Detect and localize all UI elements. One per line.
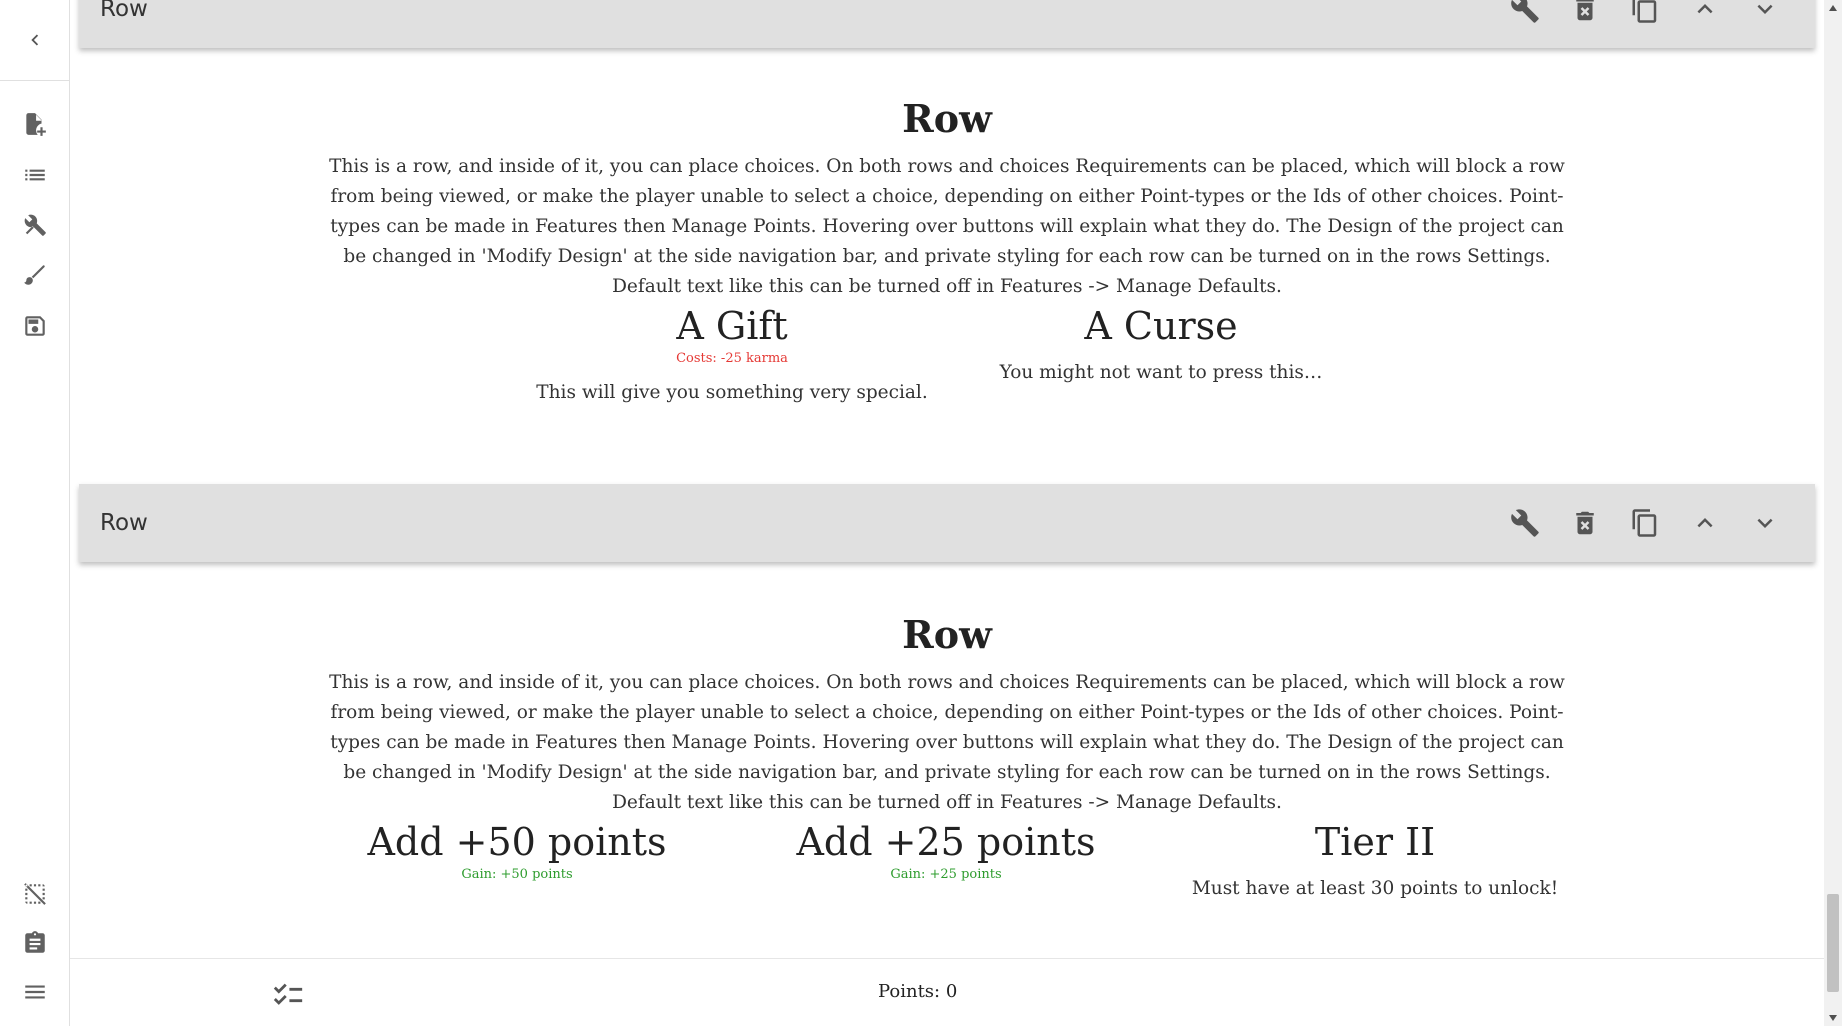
- row-description: This is a row, and inside of it, you can…: [329, 155, 1565, 297]
- row-title: Row: [902, 96, 992, 141]
- choice-title: A Curse: [1084, 304, 1238, 348]
- choice-cost: Costs: -25 karma: [676, 350, 788, 366]
- choice-title: A Gift: [676, 304, 788, 348]
- features-button[interactable]: [15, 205, 55, 245]
- choice-title: Add +25 points: [796, 820, 1096, 864]
- chevron-down-icon: [1757, 4, 1773, 14]
- choice-add-25-points[interactable]: Add +25 points Gain: +25 points: [796, 820, 1095, 884]
- choice-a-gift[interactable]: A Gift Costs: -25 karma This will give y…: [536, 304, 927, 403]
- toggle-selection-button[interactable]: [15, 874, 55, 914]
- row-toolbar: Row: [79, 0, 1815, 48]
- scroll-down-arrow-icon: [1829, 1015, 1837, 1021]
- row-delete-button[interactable]: [1555, 0, 1615, 39]
- row-content: Row This is a row, and inside of it, you…: [70, 612, 1824, 818]
- scroll-thumb[interactable]: [1827, 894, 1839, 992]
- choice-description: You might not want to press this…: [999, 361, 1323, 383]
- row-delete-button[interactable]: [1555, 493, 1615, 553]
- points-bar: Points: 0: [70, 958, 1824, 1026]
- menu-button[interactable]: [15, 972, 55, 1012]
- row-settings-button[interactable]: [1495, 493, 1555, 553]
- rows-list-button[interactable]: [15, 155, 55, 195]
- row-move-up-button[interactable]: [1675, 0, 1735, 39]
- choice-tier-ii[interactable]: Tier II Must have at least 30 points to …: [1192, 820, 1558, 899]
- row-toolbar-title: Row: [100, 510, 148, 536]
- row-copy-button[interactable]: [1615, 0, 1675, 39]
- copy-icon: [1632, 0, 1657, 23]
- select-off-icon: [24, 883, 46, 905]
- choice-add-50-points[interactable]: Add +50 points Gain: +50 points: [367, 820, 666, 884]
- delete-icon: [1576, 511, 1594, 535]
- chevron-left-icon: [31, 34, 39, 46]
- wrench-icon: [1511, 509, 1539, 537]
- list-icon: [25, 169, 45, 181]
- chevron-up-icon: [1697, 4, 1713, 14]
- row-toolbar-title: Row: [100, 0, 148, 22]
- choice-gain: Gain: +25 points: [890, 866, 1002, 882]
- row-title: Row: [902, 612, 992, 657]
- wrench-icon: [1511, 0, 1539, 23]
- checklist-icon: [273, 983, 303, 1005]
- row-move-up-button[interactable]: [1675, 493, 1735, 553]
- row-copy-button[interactable]: [1615, 493, 1675, 553]
- menu-icon: [25, 985, 45, 999]
- choice-requirement: Must have at least 30 points to unlock!: [1191, 877, 1559, 899]
- main-area: Row Row This is a row, and inside of it,…: [70, 0, 1824, 1026]
- delete-icon: [1576, 0, 1594, 21]
- clipboard-icon: [25, 931, 45, 953]
- brush-icon: [24, 265, 45, 285]
- modify-design-button[interactable]: [15, 255, 55, 295]
- new-file-icon: [26, 113, 46, 136]
- chevron-up-icon: [1697, 518, 1713, 528]
- clipboard-button[interactable]: [15, 923, 55, 963]
- row-content: Row This is a row, and inside of it, you…: [70, 96, 1824, 302]
- row-description: This is a row, and inside of it, you can…: [329, 671, 1565, 813]
- choice-title: Add +50 points: [367, 820, 667, 864]
- save-button[interactable]: [15, 306, 55, 346]
- scroll-up-button[interactable]: [1824, 0, 1842, 16]
- choice-title: Tier II: [1314, 820, 1436, 864]
- tools-icon: [24, 214, 46, 236]
- row-settings-button[interactable]: [1495, 0, 1555, 39]
- page-scrollbar[interactable]: [1824, 0, 1842, 1026]
- points-counter: Points: 0: [878, 981, 958, 1002]
- row-toolbar: Row: [79, 484, 1815, 562]
- copy-icon: [1632, 509, 1657, 537]
- scroll-down-button[interactable]: [1824, 1010, 1842, 1026]
- collapse-nav-button[interactable]: [0, 0, 70, 81]
- row-move-down-button[interactable]: [1735, 493, 1795, 553]
- chevron-down-icon: [1757, 518, 1773, 528]
- side-navigation: [0, 0, 70, 1026]
- choice-gain: Gain: +50 points: [461, 866, 573, 882]
- scroll-up-arrow-icon: [1829, 5, 1837, 11]
- choice-a-curse[interactable]: A Curse You might not want to press this…: [1000, 304, 1323, 383]
- new-project-button[interactable]: [15, 104, 55, 144]
- selected-choices-button[interactable]: [270, 977, 306, 1013]
- save-icon: [25, 316, 45, 336]
- row-move-down-button[interactable]: [1735, 0, 1795, 39]
- choice-description: This will give you something very specia…: [536, 381, 928, 403]
